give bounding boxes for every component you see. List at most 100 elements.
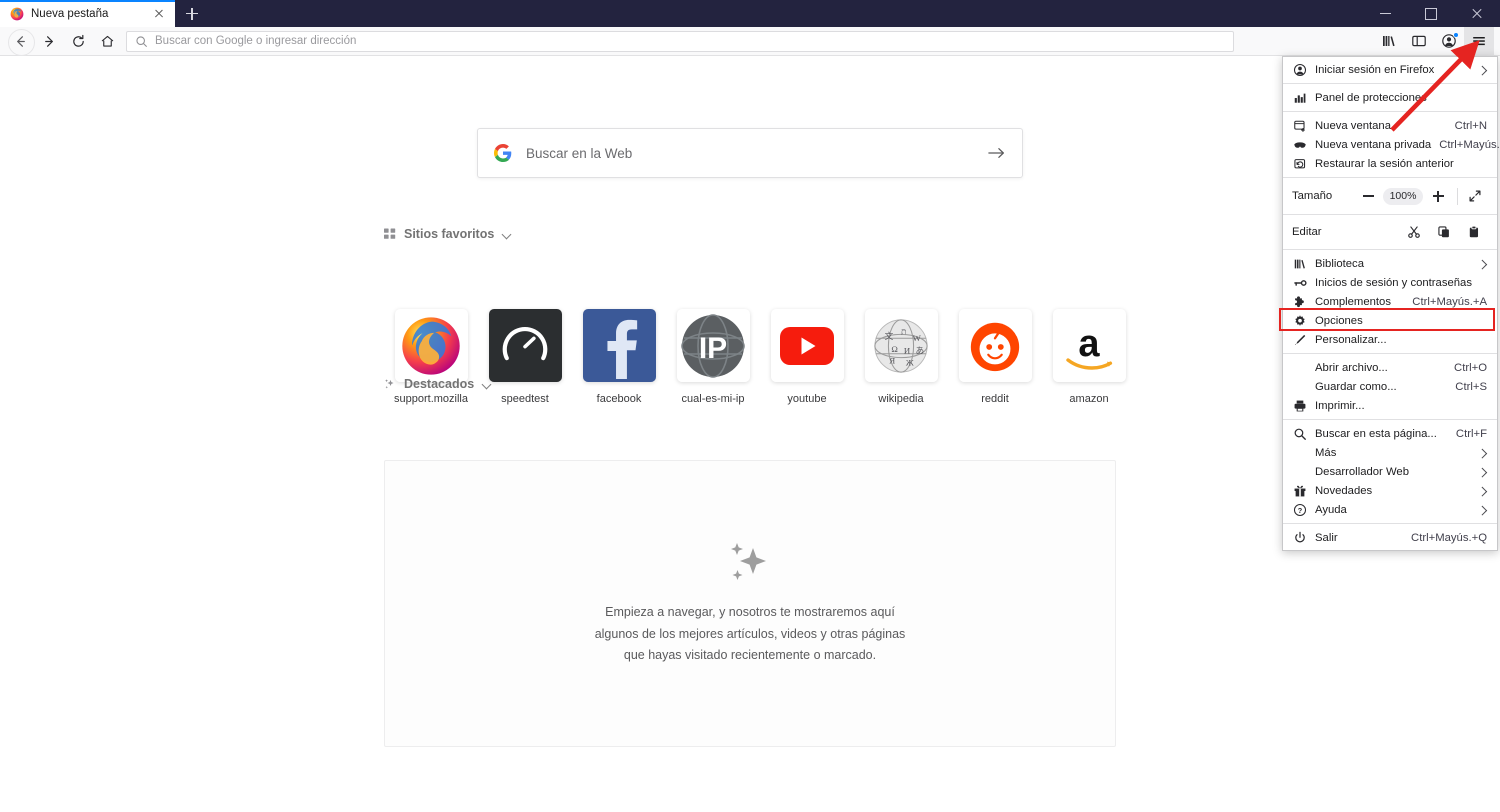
browser-window: Nueva pestaña Buscar con Google o ingres… xyxy=(0,0,1500,812)
menu-item-save-as[interactable]: Guardar como... Ctrl+S xyxy=(1283,377,1497,396)
new-window-icon xyxy=(1292,118,1307,133)
highlights-header[interactable]: Destacados xyxy=(384,377,492,391)
menu-item-logins-passwords[interactable]: Inicios de sesión y contraseñas xyxy=(1283,273,1497,292)
web-search-section: Buscar en la Web xyxy=(477,128,1023,178)
account-notification-badge xyxy=(1453,31,1459,38)
chevron-down-icon[interactable] xyxy=(482,379,492,389)
no-icon xyxy=(1292,464,1307,479)
pen-icon xyxy=(1292,332,1307,347)
copy-button[interactable] xyxy=(1429,221,1459,243)
menu-separator xyxy=(1283,249,1497,250)
top-site-tile[interactable]: 文 ת W Ω И あ Я Ж wikipedia xyxy=(854,309,948,405)
top-site-tile[interactable]: a amazon xyxy=(1042,309,1136,405)
menu-item-more[interactable]: Más xyxy=(1283,443,1497,462)
window-controls xyxy=(1362,0,1500,27)
empty-line-1: Empieza a navegar, y nosotros te mostrar… xyxy=(605,604,895,619)
restore-session-icon xyxy=(1292,156,1307,171)
close-window-icon[interactable] xyxy=(1454,0,1500,27)
svg-text:a: a xyxy=(1078,323,1100,365)
wikipedia-globe-icon: 文 ת W Ω И あ Я Ж xyxy=(864,309,938,382)
firefox-logo-icon xyxy=(394,309,468,382)
chevron-down-icon[interactable] xyxy=(502,229,512,239)
facebook-f-icon xyxy=(582,309,656,382)
web-search-box[interactable]: Buscar en la Web xyxy=(477,128,1023,178)
menu-item-sign-in[interactable]: Iniciar sesión en Firefox xyxy=(1283,60,1497,79)
private-mask-icon xyxy=(1292,137,1307,152)
library-button[interactable] xyxy=(1374,27,1404,56)
menu-item-customize[interactable]: Personalizar... xyxy=(1283,330,1497,349)
menu-item-label: Guardar como... xyxy=(1315,380,1397,393)
navigation-toolbar: Buscar con Google o ingresar dirección xyxy=(0,26,1500,56)
account-button[interactable] xyxy=(1434,27,1464,56)
zoom-level-value[interactable]: 100% xyxy=(1383,187,1423,205)
menu-item-help[interactable]: ? Ayuda xyxy=(1283,500,1497,519)
app-menu-button[interactable] xyxy=(1464,26,1494,56)
top-site-tile[interactable]: facebook xyxy=(572,309,666,405)
top-site-tile[interactable]: reddit xyxy=(948,309,1042,405)
zoom-out-button[interactable] xyxy=(1354,184,1382,208)
home-button[interactable] xyxy=(93,27,122,56)
search-icon xyxy=(1292,426,1307,441)
toolbar-right-buttons xyxy=(1374,26,1494,56)
app-menu-panel: Iniciar sesión en Firefox Panel de prote… xyxy=(1279,56,1500,551)
search-icon xyxy=(135,35,148,48)
menu-item-whats-new[interactable]: Novedades xyxy=(1283,481,1497,500)
menu-item-label: Buscar en esta página... xyxy=(1315,427,1437,440)
edit-controls-row: Editar xyxy=(1283,219,1497,245)
menu-item-label: Novedades xyxy=(1315,484,1373,497)
menu-separator xyxy=(1283,214,1497,215)
menu-item-label: Desarrollador Web xyxy=(1315,465,1409,478)
new-tab-button[interactable] xyxy=(175,0,209,27)
menu-item-shortcut-addons: Ctrl+Mayús.+A xyxy=(1412,295,1487,308)
menu-item-open-file[interactable]: Abrir archivo... Ctrl+O xyxy=(1283,358,1497,377)
menu-item-new-private-window[interactable]: Nueva ventana privada Ctrl+Mayús.+P xyxy=(1283,135,1500,154)
top-site-label: youtube xyxy=(787,393,827,405)
menu-item-find-in-page[interactable]: Buscar en esta página... Ctrl+F xyxy=(1283,424,1497,443)
menu-item-shortcut: Ctrl+N xyxy=(1454,119,1487,132)
web-search-placeholder: Buscar en la Web xyxy=(526,145,633,161)
back-button[interactable] xyxy=(6,27,35,56)
menu-item-options[interactable]: Opciones xyxy=(1279,308,1497,331)
divider xyxy=(1457,187,1458,205)
no-icon xyxy=(1292,445,1307,460)
zoom-controls-row: Tamaño 100% xyxy=(1283,182,1497,210)
zoom-in-button[interactable] xyxy=(1424,184,1452,208)
svg-text:IP: IP xyxy=(699,332,727,365)
menu-item-label: Opciones xyxy=(1315,314,1363,327)
reload-button[interactable] xyxy=(64,27,93,56)
menu-item-restore-session[interactable]: Restaurar la sesión anterior xyxy=(1283,154,1497,173)
menu-item-label: Panel de protecciones xyxy=(1315,91,1427,104)
sidebar-button[interactable] xyxy=(1404,27,1434,56)
top-site-label: support.mozilla xyxy=(394,393,468,405)
menu-item-print[interactable]: Imprimir... xyxy=(1283,396,1497,415)
address-bar[interactable]: Buscar con Google o ingresar dirección xyxy=(126,30,1234,52)
menu-item-label: Restaurar la sesión anterior xyxy=(1315,157,1454,170)
chevron-right-icon xyxy=(1478,467,1487,476)
close-icon[interactable] xyxy=(151,6,167,22)
library-books-icon xyxy=(1292,256,1307,271)
menu-item-web-developer[interactable]: Desarrollador Web xyxy=(1283,462,1497,481)
top-site-tile[interactable]: IP cual-es-mi-ip xyxy=(666,309,760,405)
fullscreen-button[interactable] xyxy=(1461,184,1489,208)
maximize-icon[interactable] xyxy=(1408,0,1454,27)
browser-tab-active[interactable]: Nueva pestaña xyxy=(0,0,175,27)
top-site-tile[interactable]: youtube xyxy=(760,309,854,405)
menu-item-label: Más xyxy=(1315,446,1337,459)
ip-globe-icon: IP xyxy=(676,309,750,382)
chevron-right-icon xyxy=(1478,65,1487,74)
zoom-label: Tamaño xyxy=(1292,190,1333,202)
menu-item-protections[interactable]: Panel de protecciones xyxy=(1283,88,1497,107)
search-submit-arrow-icon[interactable] xyxy=(987,145,1006,161)
menu-item-shortcut: Ctrl+Mayús.+P xyxy=(1439,138,1500,151)
cut-button[interactable] xyxy=(1399,221,1429,243)
gift-icon xyxy=(1292,483,1307,498)
minimize-icon[interactable] xyxy=(1362,0,1408,27)
forward-button[interactable] xyxy=(35,27,64,56)
menu-item-library[interactable]: Biblioteca xyxy=(1283,254,1497,273)
menu-item-addons[interactable]: Complementos Ctrl+Mayús.+A xyxy=(1283,292,1497,311)
menu-item-quit[interactable]: Salir Ctrl+Mayús.+Q xyxy=(1283,528,1497,547)
paste-button[interactable] xyxy=(1459,221,1489,243)
menu-item-new-window[interactable]: Nueva ventana Ctrl+N xyxy=(1283,116,1497,135)
top-sites-header[interactable]: Sitios favoritos xyxy=(384,227,512,241)
menu-separator xyxy=(1283,177,1497,178)
